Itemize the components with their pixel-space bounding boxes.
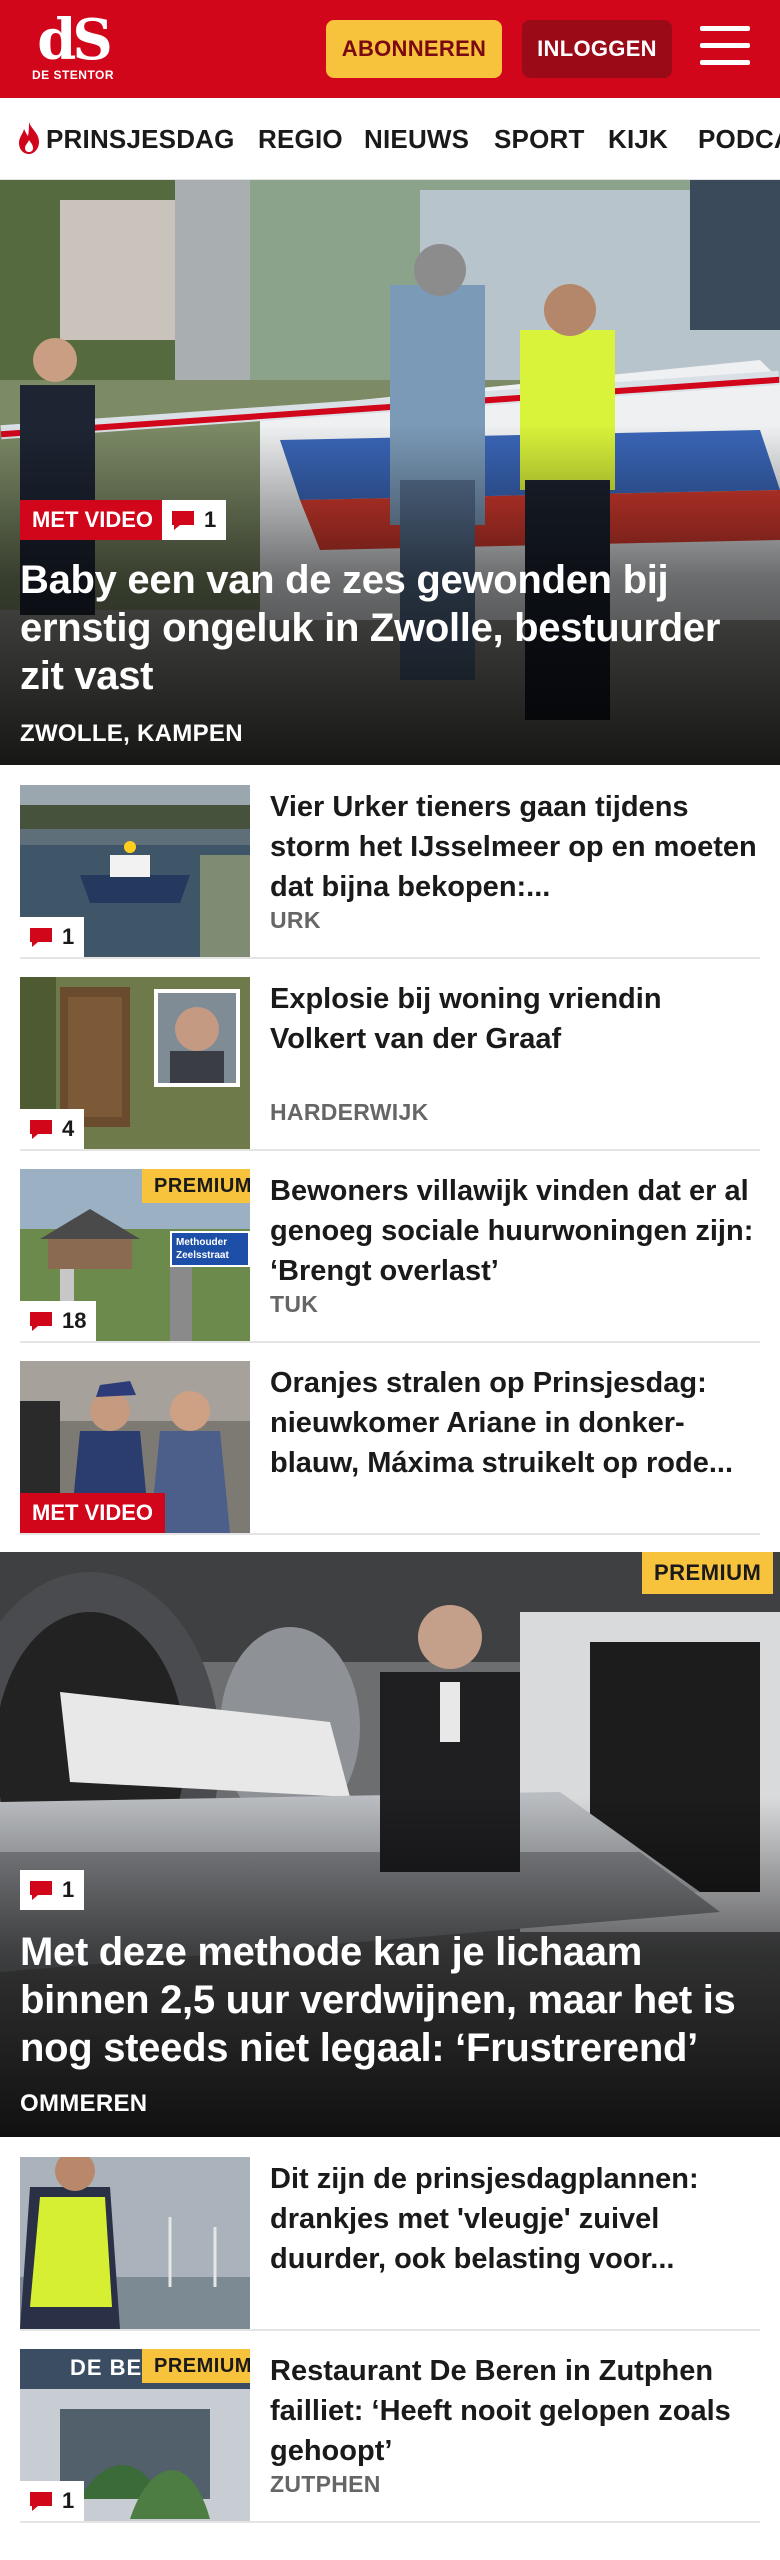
article-card[interactable]: Methouder Zeelsstraat PREMIUM 18 Bewoner…: [20, 1169, 760, 1343]
site-logo[interactable]: dS DE STENTOR: [28, 10, 118, 90]
comment-count: 18: [62, 1308, 87, 1333]
article-thumbnail: 1: [20, 785, 250, 957]
premium-badge: PREMIUM: [142, 1169, 250, 1203]
site-header: dS DE STENTOR ABONNEREN INLOGGEN: [0, 0, 780, 98]
comment-icon: [30, 1120, 52, 1139]
video-badge: MET VIDEO: [20, 1493, 166, 1533]
comment-badge[interactable]: 1: [20, 2481, 85, 2521]
main-navigation: PRINSJESDAG REGIO NIEUWS SPORT KIJK PODC…: [0, 98, 780, 180]
premium-badge: PREMIUM: [142, 2349, 250, 2383]
comment-icon: [30, 2492, 52, 2511]
nav-item-kijk[interactable]: KIJK: [608, 98, 668, 179]
comment-badge[interactable]: 1: [20, 917, 85, 957]
nav-item-regio[interactable]: REGIO: [258, 98, 343, 179]
featured-article[interactable]: PREMIUM 1 Met deze methode kan je lichaa…: [0, 1552, 780, 2137]
comment-badge[interactable]: 4: [20, 1109, 85, 1149]
nav-item-prinsjesdag[interactable]: PRINSJESDAG: [16, 98, 235, 179]
article-thumbnail: Methouder Zeelsstraat PREMIUM 18: [20, 1169, 250, 1341]
hero-article[interactable]: MET VIDEO 1 Baby een van de zes gewonden…: [0, 180, 780, 765]
featured-location: OMMEREN: [20, 2090, 148, 2117]
comment-icon: [30, 1881, 52, 1900]
logo-mark: dS: [37, 7, 113, 73]
nav-item-sport[interactable]: SPORT: [494, 98, 585, 179]
article-card[interactable]: 1 Vier Urker tieners gaan tijdens storm …: [20, 785, 760, 959]
restaurant-sign: DE BE: [70, 2355, 143, 2380]
login-button[interactable]: INLOGGEN: [522, 20, 672, 78]
nav-item-nieuws[interactable]: NIEUWS: [364, 98, 469, 179]
article-headline[interactable]: Explosie bij woning vriendin Volkert van…: [270, 979, 760, 1059]
article-headline[interactable]: Oranjes stralen op Prinsjesdag: nieuwkom…: [270, 1363, 760, 1483]
nav-label-prinsjesdag: PRINSJESDAG: [46, 124, 235, 154]
featured-headline[interactable]: Met deze methode kan je lichaam binnen 2…: [20, 1928, 760, 2072]
hero-headline[interactable]: Baby een van de zes gewonden bij ernstig…: [20, 556, 760, 700]
comment-count: 1: [62, 924, 75, 949]
article-card[interactable]: 4 Explosie bij woning vriendin Volkert v…: [20, 977, 760, 1151]
comment-icon: [30, 928, 52, 947]
article-headline[interactable]: Dit zijn de prinsjesdagplannen: drankjes…: [270, 2159, 760, 2279]
premium-badge: PREMIUM: [642, 1552, 774, 1594]
hamburger-menu-icon[interactable]: [700, 26, 750, 70]
hero-location: ZWOLLE, KAMPEN: [20, 720, 243, 747]
article-location: URK: [270, 907, 321, 933]
article-thumbnail: 4: [20, 977, 250, 1149]
comment-badge[interactable]: 1: [162, 500, 227, 540]
street-sign: Methouder Zeelsstraat: [170, 1231, 250, 1267]
article-card[interactable]: Dit zijn de prinsjesdagplannen: drankjes…: [20, 2157, 760, 2331]
article-location: ZUTPHEN: [270, 2471, 381, 2497]
comment-badge[interactable]: 1: [20, 1870, 85, 1910]
article-thumbnail: DE BE PREMIUM 1: [20, 2349, 250, 2521]
article-headline[interactable]: Bewoners villawijk vinden dat er al geno…: [270, 1171, 760, 1291]
comment-count: 4: [62, 1116, 75, 1141]
article-location: TUK: [270, 1291, 319, 1317]
comment-count: 1: [62, 2488, 75, 2513]
article-headline[interactable]: Vier Urker tieners gaan tijdens storm he…: [270, 787, 760, 907]
logo-subtitle: DE STENTOR: [31, 68, 115, 82]
flame-icon: [19, 122, 39, 155]
comment-icon: [172, 511, 194, 530]
video-badge: MET VIDEO: [20, 500, 166, 540]
comment-count: 1: [62, 1877, 75, 1902]
comment-badge[interactable]: 18: [20, 1301, 97, 1341]
comment-count: 1: [204, 507, 217, 532]
subscribe-button[interactable]: ABONNEREN: [326, 20, 502, 78]
article-location: HARDERWIJK: [270, 1099, 429, 1125]
comment-icon: [30, 1312, 52, 1331]
article-thumbnail: [20, 2157, 250, 2329]
article-headline[interactable]: Restaurant De Beren in Zutphen failliet:…: [270, 2351, 760, 2471]
article-card[interactable]: DE BE PREMIUM 1 Restaurant De Beren in Z…: [20, 2349, 760, 2523]
article-thumbnail: MET VIDEO: [20, 1361, 250, 1533]
article-card[interactable]: MET VIDEO Oranjes stralen op Prinsjesdag…: [20, 1361, 760, 1535]
nav-item-podcast[interactable]: PODCA: [698, 98, 780, 179]
